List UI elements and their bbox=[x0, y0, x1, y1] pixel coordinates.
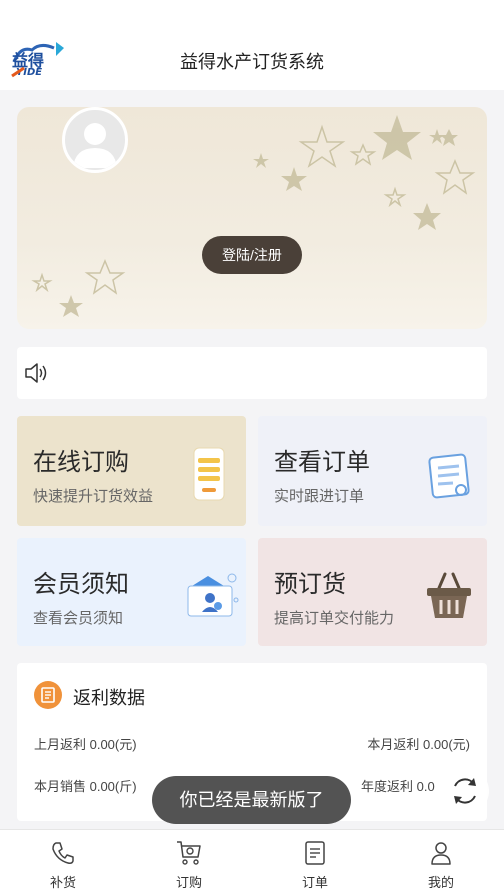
refresh-button[interactable] bbox=[441, 768, 489, 814]
basket-icon bbox=[427, 572, 471, 618]
card-title: 在线订购 bbox=[33, 449, 129, 476]
user-icon bbox=[431, 842, 451, 865]
card-online-order[interactable]: 在线订购 快速提升订货效益 bbox=[17, 416, 246, 526]
document-icon bbox=[428, 453, 470, 499]
month-sales: 本月销售 0.00(斤) bbox=[34, 779, 137, 794]
card-subtitle: 查看会员须知 bbox=[33, 610, 124, 627]
cart-icon bbox=[177, 841, 201, 865]
tab-orders[interactable]: 订单 bbox=[252, 830, 378, 896]
tab-mine[interactable]: 我的 bbox=[378, 830, 504, 896]
last-month-rebate: 上月返利 0.00(元) bbox=[34, 737, 137, 752]
login-register-button[interactable]: 登陆/注册 bbox=[202, 236, 302, 274]
phone-list-icon bbox=[193, 447, 225, 501]
tab-label: 订购 bbox=[175, 875, 202, 890]
profile-banner: 登陆/注册 bbox=[17, 107, 487, 329]
avatar-placeholder-icon bbox=[73, 123, 117, 168]
phone-icon bbox=[52, 842, 74, 864]
card-subtitle: 快速提升订货效益 bbox=[33, 488, 154, 505]
card-title: 查看订单 bbox=[274, 449, 370, 476]
card-subtitle: 提高订单交付能力 bbox=[274, 610, 395, 627]
member-card-icon bbox=[187, 573, 239, 617]
card-title: 会员须知 bbox=[33, 571, 129, 598]
card-member-notice[interactable]: 会员须知 查看会员须知 bbox=[17, 538, 246, 646]
tab-label: 我的 bbox=[427, 875, 454, 890]
bottom-tab-bar: 补货 订购 订单 我的 bbox=[0, 829, 504, 896]
avatar[interactable] bbox=[62, 107, 128, 173]
notice-bar[interactable] bbox=[17, 347, 487, 399]
tab-restock[interactable]: 补货 bbox=[0, 830, 126, 896]
tab-label: 补货 bbox=[49, 875, 76, 890]
speaker-icon bbox=[25, 363, 47, 383]
app-header: 益得 YIDE 益得水产订货系统 bbox=[0, 0, 504, 90]
refresh-icon bbox=[454, 778, 476, 804]
clipboard-icon bbox=[305, 841, 325, 865]
toast-message: 你已经是最新版了 bbox=[152, 776, 351, 824]
rebate-title: 返利数据 bbox=[73, 688, 145, 708]
card-view-orders[interactable]: 查看订单 实时跟进订单 bbox=[258, 416, 487, 526]
year-rebate: 年度返利 0.0 bbox=[361, 779, 435, 794]
tab-label: 订单 bbox=[301, 875, 328, 890]
this-month-rebate: 本月返利 0.00(元) bbox=[367, 737, 470, 752]
card-preorder[interactable]: 预订货 提高订单交付能力 bbox=[258, 538, 487, 646]
card-title: 预订货 bbox=[274, 571, 346, 598]
page-title: 益得水产订货系统 bbox=[180, 52, 324, 72]
rebate-icon bbox=[34, 681, 62, 709]
card-subtitle: 实时跟进订单 bbox=[274, 488, 365, 505]
tab-order-online[interactable]: 订购 bbox=[126, 830, 252, 896]
